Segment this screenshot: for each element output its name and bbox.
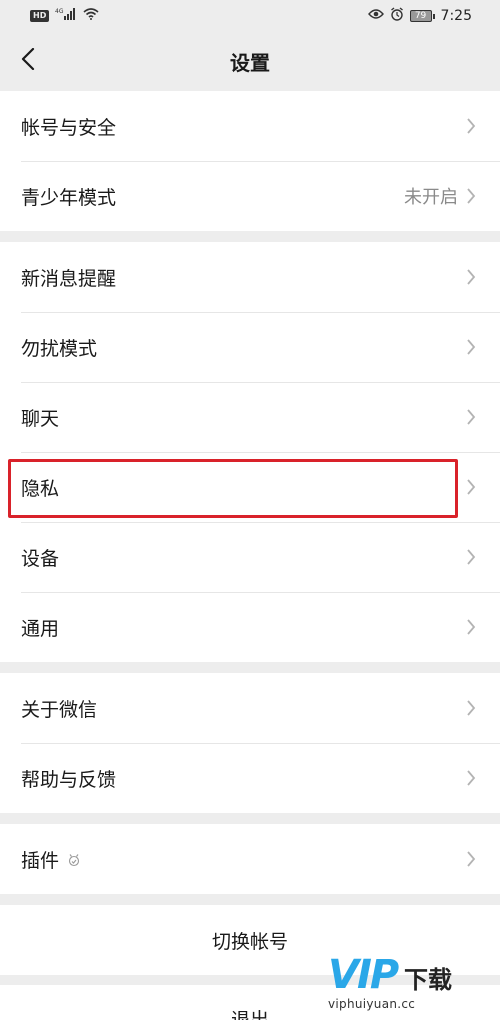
- chevron-right-icon: [466, 338, 478, 356]
- chevron-right-icon: [466, 408, 478, 426]
- battery-level: 79: [409, 10, 432, 22]
- chevron-right-icon: [466, 699, 478, 717]
- settings-screen: HD 4G 79 7:25 设置 帐号与安全 青少年模式 未开启 新消息提醒 勿…: [0, 0, 500, 1020]
- settings-item-general[interactable]: 通用: [0, 592, 500, 662]
- page-title: 设置: [230, 50, 270, 75]
- settings-item-label: 关于微信: [21, 698, 98, 721]
- settings-item-label: 设备: [21, 547, 60, 570]
- chevron-right-icon: [466, 769, 478, 787]
- signal-icon: 4G: [55, 8, 77, 24]
- settings-item-new-message-notify[interactable]: 新消息提醒: [0, 242, 500, 312]
- settings-item-account-security[interactable]: 帐号与安全: [0, 91, 500, 161]
- alarm-icon: [390, 7, 404, 25]
- settings-item-help-feedback[interactable]: 帮助与反馈: [0, 743, 500, 813]
- chevron-left-icon: [21, 47, 35, 74]
- eye-icon: [367, 8, 384, 24]
- chevron-right-icon: [466, 548, 478, 566]
- nav-bar: 设置: [0, 32, 500, 90]
- status-time: 7:25: [440, 8, 472, 24]
- watermark-logo-suffix: 下载: [404, 966, 452, 994]
- watermark-logo: VIP: [328, 952, 399, 998]
- watermark: VIP 下载 viphuiyuan.cc: [328, 952, 478, 1014]
- settings-item-about-wechat[interactable]: 关于微信: [0, 673, 500, 743]
- battery-tip: [432, 13, 435, 19]
- chevron-right-icon: [466, 850, 478, 868]
- battery-indicator: 79: [409, 10, 435, 22]
- chevron-right-icon: [466, 478, 478, 496]
- about-group: 关于微信 帮助与反馈: [0, 673, 500, 813]
- settings-item-devices[interactable]: 设备: [0, 522, 500, 592]
- back-button[interactable]: [12, 44, 44, 78]
- hd-badge: HD: [30, 10, 50, 22]
- status-left: HD 4G: [30, 8, 99, 24]
- svg-text:4G: 4G: [55, 8, 64, 15]
- settings-item-label: 勿扰模式: [21, 337, 98, 360]
- settings-item-label: 隐私: [21, 477, 60, 500]
- settings-item-label: 通用: [21, 617, 60, 640]
- chevron-right-icon: [466, 117, 478, 135]
- status-right: 79 7:25: [367, 7, 472, 25]
- chevron-right-icon: [466, 618, 478, 636]
- account-group: 帐号与安全 青少年模式 未开启: [0, 91, 500, 231]
- settings-item-privacy[interactable]: 隐私: [0, 452, 500, 522]
- settings-item-label: 帮助与反馈: [21, 768, 117, 791]
- chevron-right-icon: [466, 187, 478, 205]
- settings-item-do-not-disturb[interactable]: 勿扰模式: [0, 312, 500, 382]
- chevron-right-icon: [466, 268, 478, 286]
- settings-item-label: 帐号与安全: [21, 116, 117, 139]
- plugins-group: 插件: [0, 824, 500, 894]
- settings-item-label: 新消息提醒: [21, 267, 117, 290]
- settings-item-chat[interactable]: 聊天: [0, 382, 500, 452]
- settings-item-label: 聊天: [21, 407, 60, 430]
- puzzle-icon: [67, 853, 81, 867]
- teen-mode-status: 未开启: [404, 187, 458, 208]
- settings-item-teen-mode[interactable]: 青少年模式 未开启: [0, 161, 500, 231]
- plugins-label: 插件: [21, 849, 60, 872]
- watermark-url: viphuiyuan.cc: [328, 997, 416, 1011]
- general-group: 新消息提醒 勿扰模式 聊天 隐私 设备 通用: [0, 242, 500, 662]
- settings-item-label: 青少年模式: [21, 186, 117, 209]
- status-bar: HD 4G 79 7:25: [0, 0, 500, 32]
- settings-item-plugins[interactable]: 插件: [0, 824, 500, 894]
- wifi-icon: [83, 8, 99, 24]
- settings-item-label: 插件: [21, 846, 466, 873]
